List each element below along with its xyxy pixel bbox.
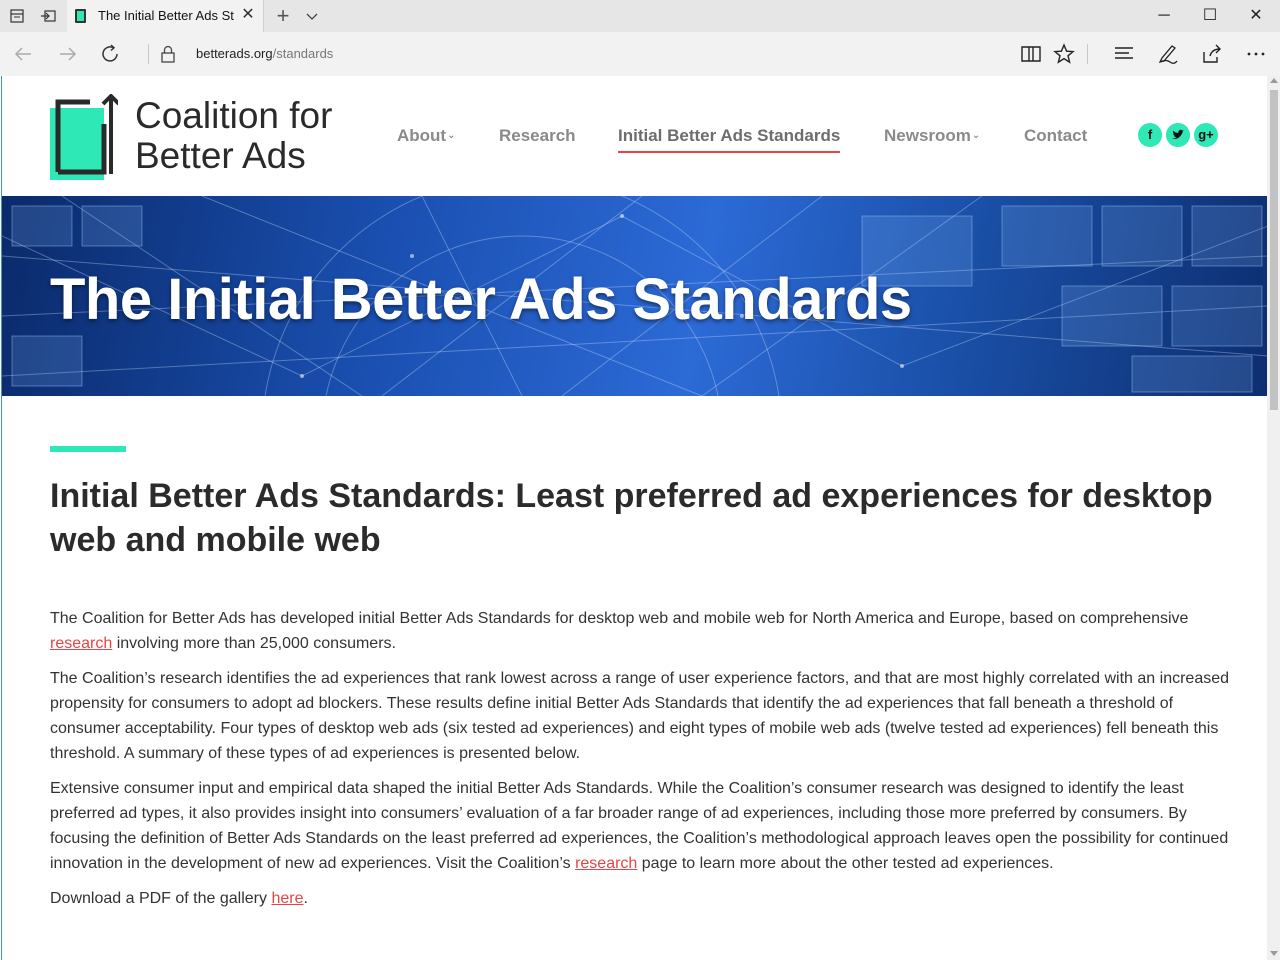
- active-nav-underline: [618, 151, 840, 153]
- minimize-icon[interactable]: ─: [1141, 0, 1187, 32]
- close-window-icon[interactable]: ✕: [1233, 0, 1279, 32]
- url-path: /standards: [272, 46, 334, 61]
- nav-about-label: About: [397, 126, 447, 145]
- maximize-icon[interactable]: ☐: [1187, 0, 1233, 32]
- site-logo-text[interactable]: Coalition for Better Ads: [135, 96, 332, 176]
- close-tab-icon[interactable]: ✕: [239, 6, 257, 24]
- url-field[interactable]: betterads.org/standards: [196, 46, 333, 61]
- paragraph-1-tail: involving more than 25,000 consumers.: [112, 635, 396, 652]
- nav-newsroom[interactable]: Newsroom⌄: [884, 126, 980, 146]
- chevron-down-icon: ⌄: [971, 130, 981, 141]
- nav-about[interactable]: About⌄: [397, 126, 455, 146]
- new-tab-icon[interactable]: +: [272, 4, 294, 28]
- tab-title: The Initial Better Ads St: [98, 8, 234, 23]
- scrollbar-thumb[interactable]: [1270, 90, 1278, 410]
- coalition-logo-icon[interactable]: [50, 94, 118, 180]
- more-icon[interactable]: [1244, 42, 1268, 66]
- paragraph-2: The Coalition’s research identifies the …: [50, 670, 1230, 762]
- chevron-down-icon[interactable]: [304, 8, 320, 24]
- hero-banner: The Initial Better Ads Standards: [2, 196, 1267, 396]
- hub-icon[interactable]: [1112, 42, 1136, 66]
- scroll-up-icon[interactable]: [1270, 78, 1278, 83]
- address-bar: betterads.org/standards: [0, 32, 1280, 76]
- hero-title: The Initial Better Ads Standards: [50, 267, 912, 332]
- title-bar: The Initial Better Ads St ✕ + ─ ☐ ✕: [0, 0, 1280, 32]
- web-note-icon[interactable]: [1156, 42, 1180, 66]
- back-icon[interactable]: [11, 42, 37, 66]
- paragraph-3-tail: page to learn more about the other teste…: [637, 855, 1054, 872]
- paragraph-1-text: The Coalition for Better Ads has develop…: [50, 610, 1189, 627]
- logo-line-1: Coalition for: [135, 95, 333, 136]
- url-domain: betterads.org: [196, 46, 273, 61]
- refresh-icon[interactable]: [98, 42, 124, 66]
- nav-research[interactable]: Research: [499, 126, 576, 146]
- paragraph-3: Extensive consumer input and empirical d…: [50, 776, 1230, 876]
- paragraph-4: Download a PDF of the gallery here.: [50, 886, 1230, 911]
- lock-icon[interactable]: [160, 45, 176, 63]
- share-icon[interactable]: [1200, 42, 1224, 66]
- site-header: Coalition for Better Ads About⌄ Research…: [2, 76, 1267, 196]
- logo-line-2: Better Ads: [135, 135, 306, 176]
- forward-icon[interactable]: [55, 42, 81, 66]
- nav-standards[interactable]: Initial Better Ads Standards: [618, 126, 840, 146]
- scroll-down-icon[interactable]: [1270, 951, 1278, 956]
- paragraph-4-text: Download a PDF of the gallery: [50, 890, 272, 907]
- site-favicon-icon: [75, 9, 86, 23]
- pdf-download-link[interactable]: here: [271, 890, 303, 907]
- divider: [1087, 44, 1088, 64]
- facebook-icon[interactable]: f: [1138, 123, 1162, 147]
- chevron-down-icon: ⌄: [447, 130, 456, 141]
- nav-newsroom-label: Newsroom: [884, 126, 971, 145]
- nav-contact[interactable]: Contact: [1024, 126, 1087, 146]
- favorite-star-icon[interactable]: [1052, 42, 1076, 66]
- accent-bar: [50, 446, 126, 452]
- browser-tab[interactable]: The Initial Better Ads St ✕: [67, 0, 264, 32]
- page-scrollbar[interactable]: [1267, 76, 1280, 960]
- paragraph-4-tail: .: [303, 890, 308, 907]
- page-heading: Initial Better Ads Standards: Least pref…: [50, 477, 1213, 559]
- divider: [148, 44, 149, 64]
- page-viewport: Coalition for Better Ads About⌄ Research…: [1, 76, 1267, 960]
- research-page-link[interactable]: research: [575, 855, 637, 872]
- twitter-icon[interactable]: [1166, 123, 1190, 147]
- tab-manager-icon[interactable]: [9, 8, 25, 24]
- set-aside-tabs-icon[interactable]: [40, 8, 56, 24]
- reading-view-icon[interactable]: [1019, 42, 1043, 66]
- google-plus-icon[interactable]: g+: [1194, 123, 1218, 147]
- paragraph-1: The Coalition for Better Ads has develop…: [50, 606, 1230, 656]
- research-link[interactable]: research: [50, 635, 112, 652]
